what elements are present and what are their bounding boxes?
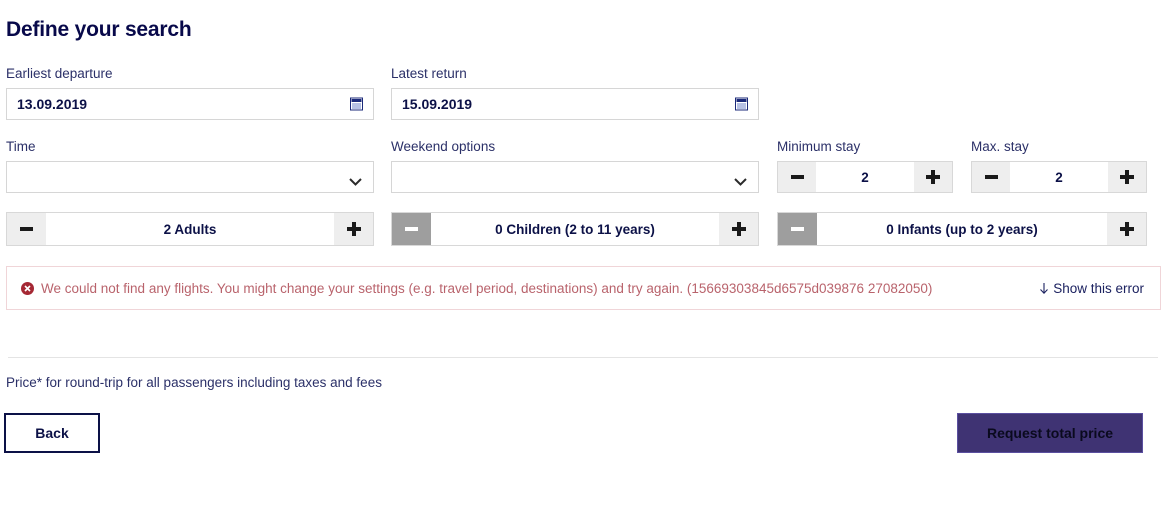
children-decrement-button bbox=[392, 213, 431, 245]
error-message: We could not find any flights. You might… bbox=[41, 280, 933, 296]
section-divider bbox=[8, 357, 1158, 358]
minimum-stay-increment-button[interactable] bbox=[914, 162, 952, 192]
page-title: Define your search bbox=[6, 18, 192, 41]
request-total-price-button[interactable]: Request total price bbox=[957, 413, 1143, 453]
children-value: 0 Children (2 to 11 years) bbox=[431, 213, 719, 245]
children-increment-button[interactable] bbox=[719, 213, 758, 245]
maximum-stay-value: 2 bbox=[1010, 162, 1108, 192]
time-label: Time bbox=[6, 139, 36, 154]
children-group: 0 Children (2 to 11 years) bbox=[391, 212, 759, 246]
maximum-stay-increment-button[interactable] bbox=[1108, 162, 1146, 192]
error-banner: We could not find any flights. You might… bbox=[6, 266, 1161, 310]
adults-value: 2 Adults bbox=[46, 213, 334, 245]
weekend-options-label: Weekend options bbox=[391, 139, 496, 154]
chevron-down-icon bbox=[734, 173, 747, 186]
error-message-wrapper: We could not find any flights. You might… bbox=[7, 280, 1039, 297]
arrow-down-icon bbox=[1039, 282, 1049, 295]
plus-icon bbox=[926, 170, 940, 184]
latest-return-label: Latest return bbox=[391, 66, 467, 81]
minimum-stay-label: Minimum stay bbox=[777, 139, 861, 154]
show-this-error-label: Show this error bbox=[1053, 280, 1144, 296]
infants-stepper: 0 Infants (up to 2 years) bbox=[777, 212, 1147, 246]
minus-icon bbox=[20, 227, 33, 231]
weekend-options-group: Weekend options bbox=[391, 139, 759, 193]
time-group: Time bbox=[6, 139, 374, 193]
show-this-error-link[interactable]: Show this error bbox=[1039, 281, 1160, 296]
options-row: Time Weekend options Minimum stay 2 Max.… bbox=[6, 139, 1161, 197]
minimum-stay-decrement-button[interactable] bbox=[778, 162, 816, 192]
dates-row: Earliest departure 13.09.2019 Latest ret… bbox=[6, 66, 1161, 124]
weekend-options-select[interactable] bbox=[391, 161, 759, 193]
maximum-stay-group: Max. stay 2 bbox=[971, 139, 1147, 193]
adults-group: 2 Adults bbox=[6, 212, 374, 246]
earliest-departure-group: Earliest departure 13.09.2019 bbox=[6, 66, 374, 120]
latest-return-input[interactable]: 15.09.2019 bbox=[391, 88, 759, 120]
latest-return-value: 15.09.2019 bbox=[402, 96, 473, 112]
infants-increment-button[interactable] bbox=[1107, 213, 1146, 245]
infants-value: 0 Infants (up to 2 years) bbox=[817, 213, 1107, 245]
earliest-departure-input[interactable]: 13.09.2019 bbox=[6, 88, 374, 120]
minimum-stay-stepper: 2 bbox=[777, 161, 953, 193]
plus-icon bbox=[731, 222, 746, 236]
minus-icon bbox=[790, 175, 804, 179]
maximum-stay-label: Max. stay bbox=[971, 139, 1029, 154]
time-select[interactable] bbox=[6, 161, 374, 193]
chevron-down-icon bbox=[349, 173, 362, 186]
earliest-departure-value: 13.09.2019 bbox=[17, 96, 88, 112]
latest-return-group: Latest return 15.09.2019 bbox=[391, 66, 759, 120]
adults-decrement-button[interactable] bbox=[7, 213, 46, 245]
earliest-departure-label: Earliest departure bbox=[6, 66, 113, 81]
back-button[interactable]: Back bbox=[4, 413, 100, 453]
infants-group: 0 Infants (up to 2 years) bbox=[777, 212, 1147, 246]
calendar-icon[interactable] bbox=[735, 97, 748, 111]
price-note: Price* for round-trip for all passengers… bbox=[6, 375, 382, 390]
plus-icon bbox=[1119, 222, 1134, 236]
children-stepper: 0 Children (2 to 11 years) bbox=[391, 212, 759, 246]
minus-icon bbox=[405, 227, 418, 231]
minimum-stay-group: Minimum stay 2 bbox=[777, 139, 953, 193]
infants-decrement-button bbox=[778, 213, 817, 245]
adults-stepper: 2 Adults bbox=[6, 212, 374, 246]
plus-icon bbox=[1120, 170, 1134, 184]
minimum-stay-value: 2 bbox=[816, 162, 914, 192]
minus-icon bbox=[791, 227, 804, 231]
adults-increment-button[interactable] bbox=[334, 213, 373, 245]
calendar-icon[interactable] bbox=[350, 97, 363, 111]
maximum-stay-stepper: 2 bbox=[971, 161, 1147, 193]
minus-icon bbox=[984, 175, 998, 179]
error-circle-icon bbox=[21, 281, 34, 295]
maximum-stay-decrement-button[interactable] bbox=[972, 162, 1010, 192]
passengers-row: 2 Adults 0 Children (2 to 11 years) 0 In… bbox=[6, 212, 1161, 246]
plus-icon bbox=[346, 222, 361, 236]
define-search-page: Define your search Earliest departure 13… bbox=[0, 0, 1167, 523]
